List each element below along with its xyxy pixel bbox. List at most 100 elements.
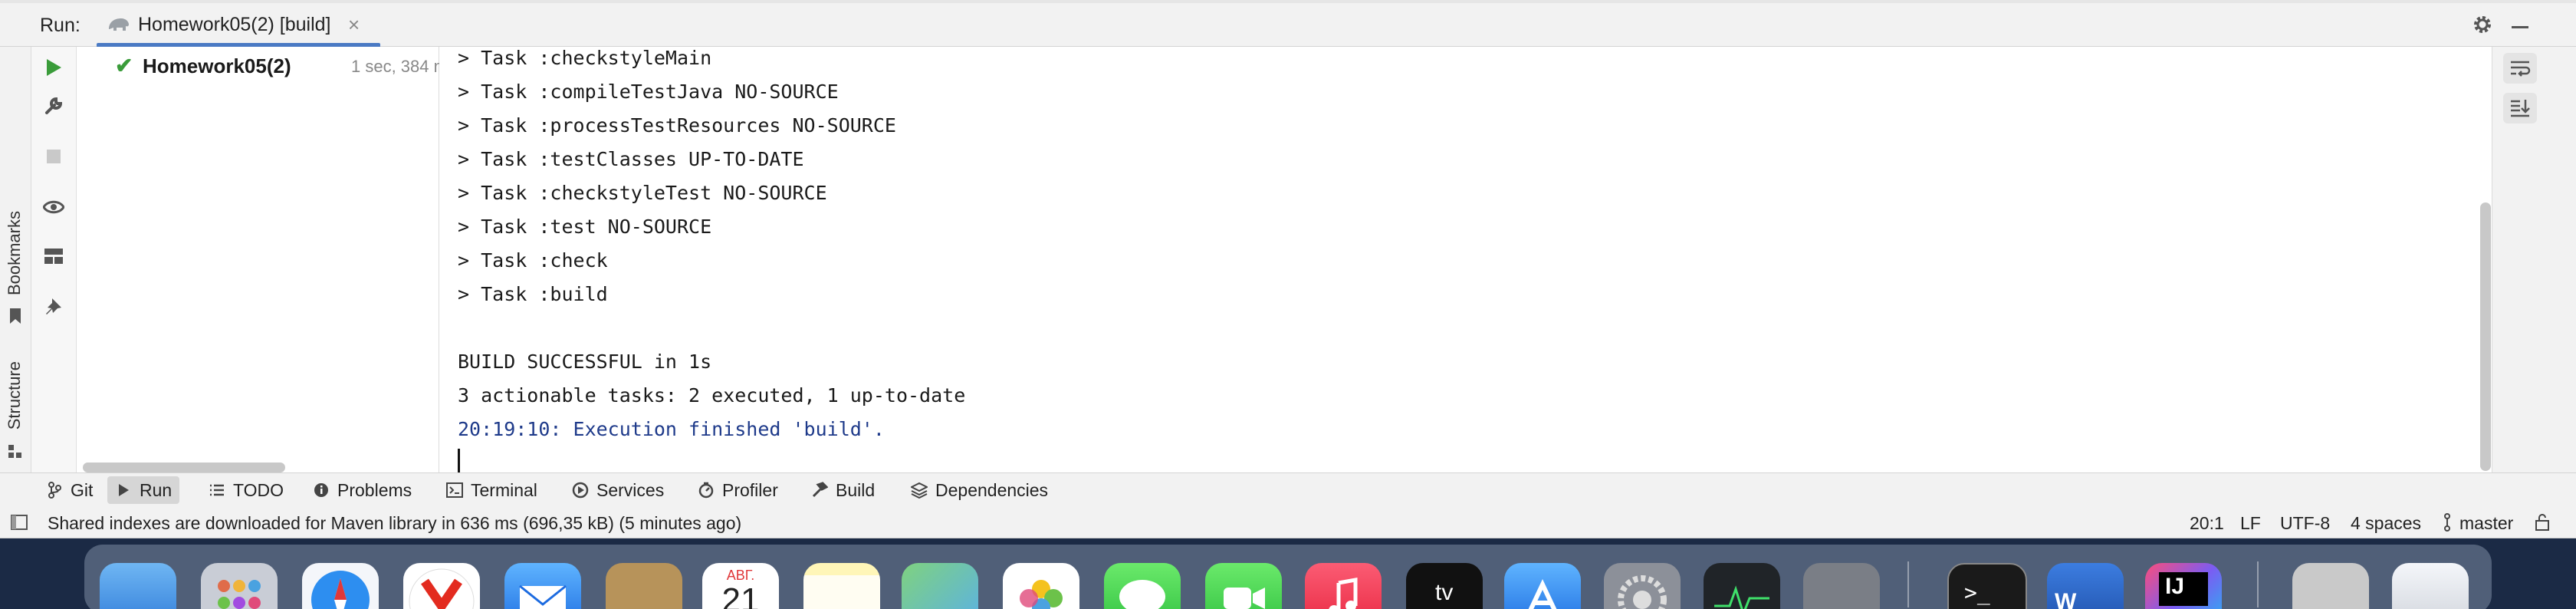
status-bar: Shared indexes are downloaded for Maven … [0,507,2576,538]
tool-window-label: Problems [337,479,412,500]
play-icon [47,59,61,76]
pin-button[interactable] [42,295,65,318]
close-icon[interactable]: × [348,13,360,37]
tool-window-services[interactable]: Services [564,476,672,504]
tool-window-problems[interactable]: Problems [305,476,419,504]
console-line: > Task :testClasses UP-TO-DATE [458,148,804,170]
tool-window-label: Profiler [722,479,778,500]
console-line: 3 actionable tasks: 2 executed, 1 up-to-… [458,384,966,407]
messages-icon[interactable] [1104,563,1181,609]
layout-button[interactable] [42,245,65,268]
terminal-label: >_ [1964,580,1990,605]
run-tree: ✔ Homework05(2) 1 sec, 384 ms [77,47,456,472]
launchpad-icon[interactable] [201,563,278,609]
structure-icon [8,445,21,458]
gear-icon[interactable] [2470,12,2495,37]
tool-window-dependencies[interactable]: Dependencies [903,476,1056,504]
tool-window-build[interactable]: Build [803,476,882,504]
right-tool-strip [2492,47,2576,472]
git-branch-icon [2444,513,2450,532]
activity-monitor-icon[interactable] [1704,563,1780,609]
facetime-icon[interactable] [1205,563,1282,609]
tool-window-label: TODO [233,479,284,500]
terminal-app-icon[interactable]: >_ [1947,563,2027,609]
indent-setting[interactable]: 4 spaces [2351,513,2421,534]
console-line: > Task :processTestResources NO-SOURCE [458,114,896,137]
tool-window-todo[interactable]: TODO [201,476,291,504]
git-branch[interactable]: master [2459,513,2513,534]
mail-icon[interactable] [504,563,581,609]
soft-wrap-button[interactable] [2503,53,2537,84]
structure-tab[interactable]: Structure [5,361,25,430]
minimize-icon[interactable] [2512,26,2528,28]
vertical-scrollbar[interactable] [2480,202,2491,471]
tv-label: tv [1435,580,1454,605]
layout-icon [44,249,63,264]
tool-window-run[interactable]: Run [107,476,180,504]
trash-icon[interactable] [2392,563,2469,609]
notes-icon[interactable] [803,563,880,609]
tool-window-git[interactable]: Git [38,476,100,504]
horizontal-scrollbar[interactable] [83,463,285,472]
toggle-panel-icon[interactable] [11,515,28,530]
apple-tv-icon[interactable]: tv [1406,563,1483,609]
word-icon[interactable]: W [2047,563,2124,609]
run-toolbar [31,47,77,472]
profiler-icon [698,482,715,499]
rerun-button[interactable] [42,56,65,79]
calendar-day: 21 [721,581,760,609]
yandex-browser-icon[interactable] [403,563,480,609]
downloads-folder-icon[interactable] [2292,563,2369,609]
stop-icon [47,150,61,163]
line-ending[interactable]: LF [2240,513,2261,534]
intellij-icon[interactable]: IJ [2145,563,2222,609]
scroll-to-end-icon [2511,100,2530,117]
tool-window-label: Services [596,479,665,500]
check-icon: ✔ [115,54,133,77]
tool-window-profiler[interactable]: Profiler [690,476,786,504]
console-line: > Task :checkstyleTest NO-SOURCE [458,182,827,204]
tool-window-terminal[interactable]: Terminal [439,476,545,504]
app-store-icon[interactable] [1504,563,1581,609]
wrench-icon [45,97,63,114]
bookmarks-tab[interactable]: Bookmarks [5,211,25,295]
dock-separator [1907,561,1909,607]
hammer-icon [811,482,828,499]
finder-icon[interactable] [100,563,176,609]
caret-position[interactable]: 20:1 [2190,513,2224,534]
console-line: > Task :build [458,283,608,305]
list-icon [209,482,225,499]
status-message[interactable]: Shared indexes are downloaded for Maven … [48,513,741,534]
safari-icon[interactable] [302,563,379,609]
word-label: W [2055,589,2077,609]
calendar-icon[interactable]: АВГ. 21 [702,563,779,609]
photos-icon[interactable] [1003,563,1079,609]
console-line: > Task :compileTestJava NO-SOURCE [458,81,839,103]
lock-icon[interactable] [2535,513,2550,532]
eye-icon [43,200,64,214]
gradle-elephant-icon [109,18,129,31]
bookmark-icon [10,308,21,324]
console-output[interactable]: > Task :checkstyleMain > Task :compileTe… [439,47,2488,473]
tool-window-label: Build [836,479,876,500]
terminal-icon [446,482,463,499]
tool-window-label: Run [140,479,172,500]
watch-button[interactable] [42,196,65,219]
calculator-icon[interactable] [1803,563,1880,609]
console-finish-line: 20:19:10: Execution finished 'build'. [458,418,885,440]
text-caret [458,449,460,473]
file-encoding[interactable]: UTF-8 [2280,513,2330,534]
music-icon[interactable] [1305,563,1382,609]
contacts-icon[interactable] [606,563,682,609]
info-icon [313,482,330,499]
system-preferences-icon[interactable] [1604,563,1681,609]
services-icon [572,482,589,499]
stop-button[interactable] [42,145,65,168]
left-tool-stripe: Bookmarks Structure [0,47,31,472]
tool-window-label: Dependencies [935,479,1049,500]
tree-root-name: Homework05(2) [143,54,291,77]
maps-icon[interactable] [902,563,978,609]
settings-wrench-button[interactable] [42,94,65,117]
run-tab[interactable]: Homework05(2) [build] × [97,3,380,48]
scroll-to-end-button[interactable] [2503,93,2537,123]
